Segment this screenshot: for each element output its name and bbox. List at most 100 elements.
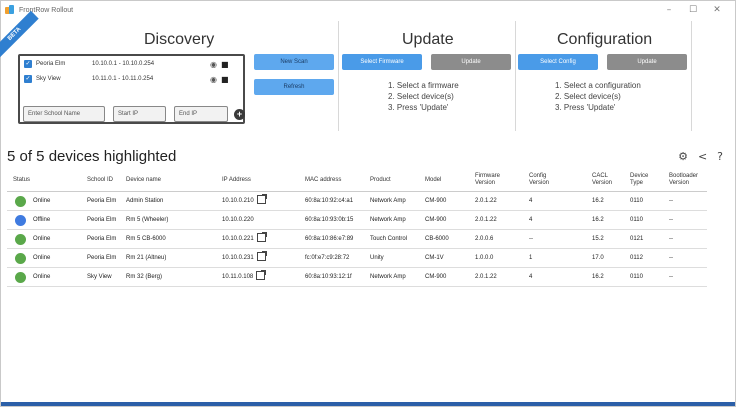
cell-boot: -- (669, 274, 673, 280)
cell-cacl: 15.2 (592, 236, 604, 242)
start-ip-input[interactable]: Start IP (113, 106, 166, 122)
discovery-panel: ✓ Peoria Elm 10.10.0.1 - 10.10.0.254 ◉ ■… (18, 54, 245, 124)
gear-icon[interactable]: ⚙ (678, 150, 688, 163)
table-row[interactable]: Online Sky View Rm 32 (Berg) 10.11.0.108 60:… (7, 268, 707, 287)
update-firmware-button[interactable]: Update (431, 54, 511, 70)
col-bootloader-version[interactable]: Bootloader Version (669, 173, 709, 187)
end-ip-input[interactable]: End IP (174, 106, 228, 122)
title-bar: FrontRow Rollout – ☐ ✕ (1, 1, 735, 19)
col-product[interactable]: Product (370, 177, 391, 184)
cell-type: 0121 (630, 236, 644, 242)
col-cacl-version[interactable]: CACL Version (592, 173, 622, 187)
cell-config: 4 (529, 198, 533, 204)
cell-status: Online (33, 198, 51, 204)
cell-ip: 10.10.0.221 (222, 230, 267, 249)
cell-mac: 60:8a:10:93:0b:15 (305, 217, 354, 223)
cell-fw: 2.0.0.6 (475, 236, 494, 242)
cell-model: CM-900 (425, 198, 447, 204)
cell-name: Rm 21 (Altneu) (126, 255, 167, 261)
help-icon[interactable]: ? (717, 150, 723, 163)
cell-product: Touch Control (370, 236, 408, 242)
cell-name: Rm 32 (Berg) (126, 274, 163, 280)
open-external-icon[interactable] (256, 270, 267, 280)
table-header: Status School ID Device name IP Address … (1, 171, 735, 191)
col-status[interactable]: Status (13, 177, 30, 184)
cell-fw: 2.0.1.22 (475, 274, 497, 280)
cell-school: Peoria Elm (87, 198, 117, 204)
cell-cacl: 17.0 (592, 255, 604, 261)
cell-boot: -- (669, 236, 673, 242)
minimize-button[interactable]: – (657, 5, 681, 15)
col-mac-address[interactable]: MAC address (305, 177, 341, 184)
table-row[interactable]: Offline Peoria Elm Rm 5 (Wheeler) 10.10.0.2… (7, 211, 707, 230)
col-model[interactable]: Model (425, 177, 441, 184)
close-button[interactable]: ✕ (705, 5, 729, 15)
share-icon[interactable]: < (698, 150, 707, 163)
cell-status: Offline (33, 217, 51, 223)
divider (515, 21, 516, 131)
cell-status: Online (33, 255, 51, 261)
cell-school: Peoria Elm (87, 217, 117, 223)
cell-boot: -- (669, 255, 673, 261)
new-scan-button[interactable]: New Scan (254, 54, 334, 70)
cell-name: Rm 5 CB-6000 (126, 236, 166, 242)
cell-config: -- (529, 236, 533, 242)
cell-ip: 10.10.0.210 (222, 192, 267, 211)
toolbar: ⚙ < ? (678, 150, 723, 163)
school-name-input[interactable]: Enter School Name (23, 106, 105, 122)
cell-cacl: 16.2 (592, 274, 604, 280)
cell-product: Unity (370, 255, 384, 261)
table-row[interactable]: Online Peoria Elm Rm 5 CB-6000 10.10.0.221 6… (7, 230, 707, 249)
cell-type: 0110 (630, 198, 643, 204)
cell-model: CM-1V (425, 255, 444, 261)
window-title: FrontRow Rollout (19, 6, 74, 14)
eye-icon[interactable]: ◉ (210, 75, 217, 84)
maximize-button[interactable]: ☐ (681, 5, 705, 15)
range-name: Sky View (36, 76, 61, 82)
checkbox-checked[interactable]: ✓ (24, 60, 32, 68)
cell-ip: 10.11.0.108 (222, 268, 267, 287)
cell-name: Admin Station (126, 198, 164, 204)
refresh-button[interactable]: Refresh (254, 79, 334, 95)
cell-model: CM-900 (425, 217, 447, 223)
col-config-version[interactable]: Config Version (529, 173, 559, 187)
cell-config: 4 (529, 274, 533, 280)
col-ip-address[interactable]: IP Address (222, 177, 251, 184)
app-window: FrontRow Rollout – ☐ ✕ BETA Discovery ✓ … (0, 0, 736, 407)
ip-range-row[interactable]: ✓ Sky View 10.11.0.1 - 10.11.0.254 ◉ ■ (24, 73, 229, 85)
range-value: 10.11.0.1 - 10.11.0.254 (92, 76, 154, 82)
col-device-type[interactable]: Device Type (630, 173, 656, 187)
discovery-title: Discovery (144, 31, 215, 48)
trash-icon[interactable]: ■ (221, 75, 229, 84)
col-device-name[interactable]: Device name (126, 177, 161, 184)
trash-icon[interactable]: ■ (221, 60, 229, 69)
select-firmware-button[interactable]: Select Firmware (342, 54, 422, 70)
divider (338, 21, 339, 131)
status-dot-icon (15, 196, 26, 207)
open-external-icon[interactable] (256, 232, 267, 242)
update-config-button[interactable]: Update (607, 54, 687, 70)
cell-product: Network Amp (370, 198, 406, 204)
config-step: 2. Select device(s) (555, 92, 621, 101)
config-step: 1. Select a configuration (555, 81, 641, 90)
cell-school: Peoria Elm (87, 236, 117, 242)
status-bar (1, 402, 735, 406)
checkbox-checked[interactable]: ✓ (24, 75, 32, 83)
status-dot-icon (15, 234, 26, 245)
table-row[interactable]: Online Peoria Elm Admin Station 10.10.0.210… (7, 192, 707, 211)
status-dot-icon (15, 215, 26, 226)
table-row[interactable]: Online Peoria Elm Rm 21 (Altneu) 10.10.0.23… (7, 249, 707, 268)
add-range-icon[interactable]: + (234, 109, 245, 120)
open-external-icon[interactable] (256, 251, 267, 261)
eye-icon[interactable]: ◉ (210, 60, 217, 69)
open-external-icon[interactable] (256, 194, 267, 204)
cell-type: 0110 (630, 217, 643, 223)
config-steps: 1. Select a configuration 2. Select devi… (555, 80, 641, 113)
cell-school: Sky View (87, 274, 112, 280)
col-school-id[interactable]: School ID (87, 177, 113, 184)
col-firmware-version[interactable]: Firmware Version (475, 173, 511, 187)
ip-range-row[interactable]: ✓ Peoria Elm 10.10.0.1 - 10.10.0.254 ◉ ■ (24, 58, 229, 70)
configuration-title: Configuration (557, 31, 653, 48)
select-config-button[interactable]: Select Config (518, 54, 598, 70)
cell-ip: 10.10.0.231 (222, 249, 267, 268)
